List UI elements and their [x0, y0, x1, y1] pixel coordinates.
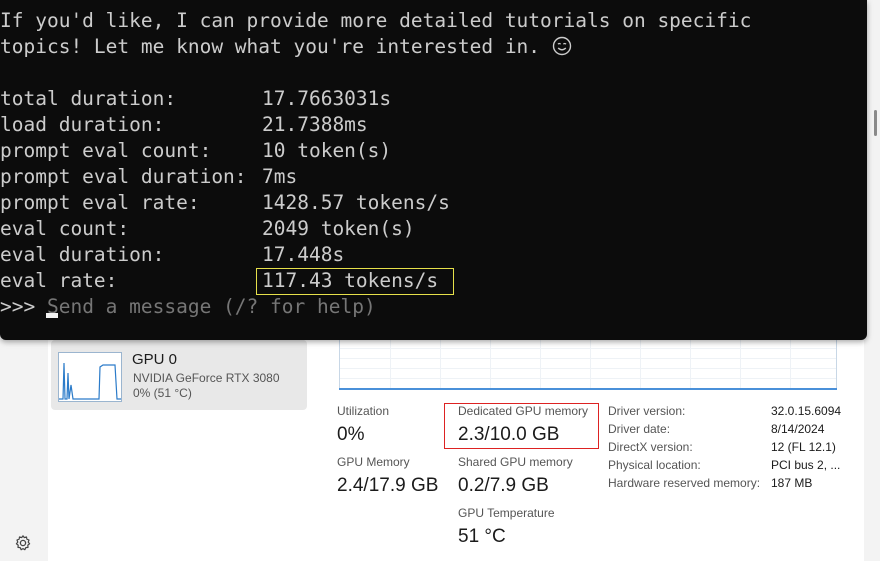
text-cursor [46, 313, 58, 318]
stat-value: 17.7663031s [262, 87, 392, 110]
stat-label: prompt eval duration: [0, 165, 247, 188]
terminal-window[interactable]: If you'd like, I can provide more detail… [0, 0, 867, 340]
gpu-utilization-summary: 0% (51 °C) [133, 386, 192, 400]
stat-label: eval rate: [0, 269, 118, 292]
eval-rate-highlight [256, 268, 454, 295]
physical-location-value: PCI bus 2, ... [771, 458, 841, 472]
gpu-name: GPU 0 [132, 351, 178, 368]
stat-label: eval count: [0, 217, 130, 240]
memory-graph-line [339, 388, 837, 390]
gpu-thumbnail-graph [58, 352, 122, 402]
message-line: topics! Let me know what you're interest… [0, 34, 572, 60]
stat-row: total duration: 17.7663031s [0, 86, 391, 112]
gpu-model: NVIDIA GeForce RTX 3080 [133, 371, 280, 385]
driver-date-label: Driver date: [608, 422, 671, 436]
shared-memory-label: Shared GPU memory [458, 455, 573, 469]
stat-label: eval duration: [0, 243, 165, 266]
physical-location-label: Physical location: [608, 458, 701, 472]
driver-version-label: Driver version: [608, 404, 686, 418]
gpu-temperature-value: 51 °C [458, 526, 506, 547]
utilization-label: Utilization [337, 404, 390, 418]
reserved-memory-label: Hardware reserved memory: [608, 476, 761, 490]
stat-row: prompt eval rate: 1428.57 tokens/s [0, 190, 450, 216]
stat-row: prompt eval duration: 7ms [0, 164, 297, 190]
stat-label: prompt eval rate: [0, 191, 200, 214]
gpu-memory-label: GPU Memory [337, 455, 410, 469]
message-line: If you'd like, I can provide more detail… [0, 9, 752, 32]
message-text: topics! Let me know what you're interest… [0, 35, 541, 58]
stat-value: 2049 token(s) [262, 217, 415, 240]
stat-value: 17.448s [262, 243, 345, 266]
shared-memory-value: 0.2/7.9 GB [458, 475, 549, 496]
stat-label: prompt eval count: [0, 139, 212, 162]
directx-version-value: 12 (FL 12.1) [771, 440, 836, 454]
driver-date-value: 8/14/2024 [771, 422, 825, 436]
stat-value: 10 token(s) [262, 139, 392, 162]
gpu-temperature-label: GPU Temperature [458, 506, 555, 520]
utilization-value: 0% [337, 424, 365, 445]
prompt-symbol: >>> [0, 295, 47, 318]
memory-graph [339, 338, 837, 390]
stat-label: total duration: [0, 87, 177, 110]
stat-value: 7ms [262, 165, 298, 188]
stat-row: prompt eval count: 10 token(s) [0, 138, 391, 164]
dedicated-memory-highlight [444, 403, 599, 449]
stat-value: 1428.57 tokens/s [262, 191, 450, 214]
directx-version-label: DirectX version: [608, 440, 693, 454]
stat-label: load duration: [0, 113, 165, 136]
stat-row: eval rate: 117.43 tokens/s [0, 268, 438, 294]
stat-value: 21.7388ms [262, 113, 368, 136]
stat-row: eval duration: 17.448s [0, 242, 344, 268]
driver-version-value: 32.0.15.6094 [771, 404, 842, 418]
stat-row: load duration: 21.7388ms [0, 112, 368, 138]
prompt-placeholder: Send a message (/? for help) [46, 295, 376, 318]
stat-row: eval count: 2049 token(s) [0, 216, 415, 242]
smiling-face-icon [552, 36, 572, 56]
scrollbar-thumb[interactable] [874, 110, 877, 136]
gear-icon[interactable] [14, 534, 32, 552]
gpu-memory-value: 2.4/17.9 GB [337, 475, 439, 496]
reserved-memory-value: 187 MB [771, 476, 813, 490]
